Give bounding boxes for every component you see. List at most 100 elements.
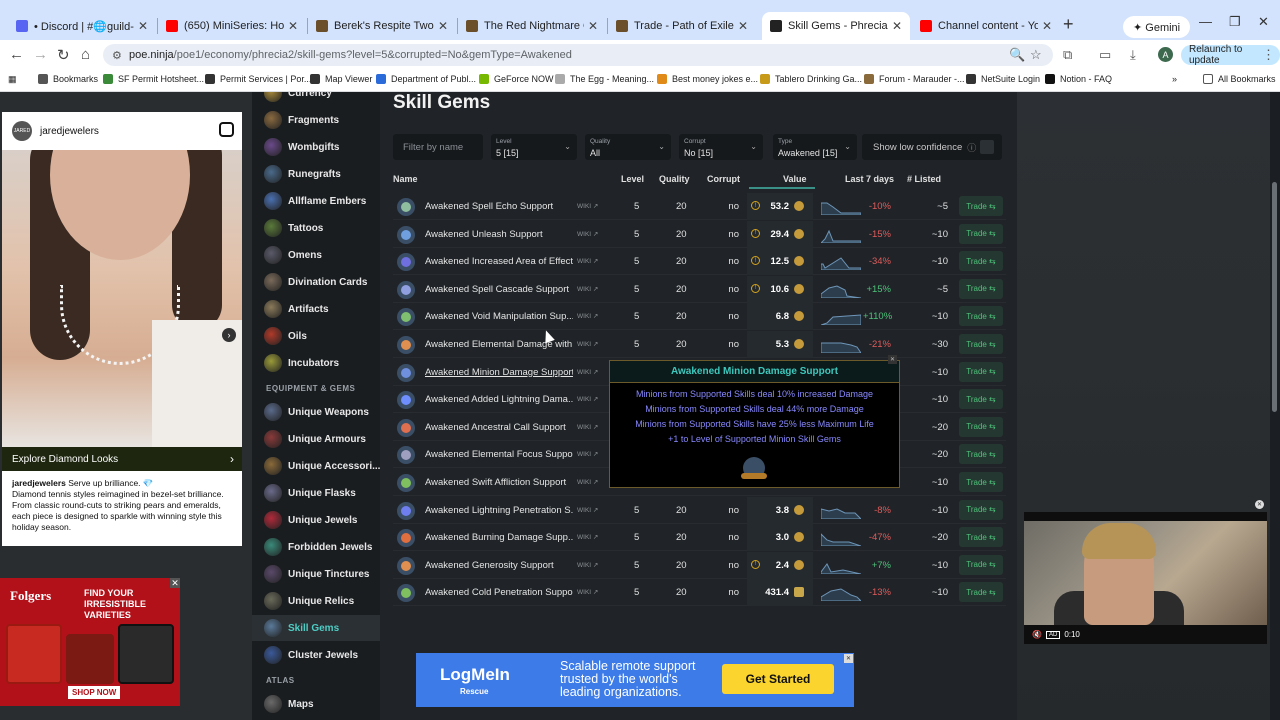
bookmark-star-icon[interactable]: ☆	[1030, 47, 1042, 63]
gem-name[interactable]: Awakened Spell Echo Support	[425, 201, 573, 212]
table-row[interactable]: Awakened Void Manipulation Sup... WIKI ↗ 5…	[393, 303, 1006, 331]
col-value[interactable]: Value	[783, 174, 807, 184]
bookmark-item[interactable]: Tablero Drinking Ga...	[760, 74, 862, 84]
new-tab-button[interactable]: +	[1063, 14, 1074, 35]
sidebar-item[interactable]: Cluster Jewels	[252, 642, 380, 668]
sidebar-item[interactable]: Omens	[252, 242, 380, 268]
tab-close-icon[interactable]: ✕	[438, 19, 448, 33]
gem-name[interactable]: Awakened Added Lightning Dama...	[425, 394, 573, 405]
cast-icon[interactable]: ▭	[1099, 47, 1111, 63]
bookmark-item[interactable]: Best money jokes e...	[657, 74, 758, 84]
table-row[interactable]: Awakened Unleash Support WIKI ↗ 5 20 no! 29.4…	[393, 220, 1006, 248]
jewelry-ad[interactable]: JARED jaredjewelers › Explore Diamond Lo…	[2, 112, 242, 546]
bookmark-item[interactable]: SF Permit Hotsheet...	[103, 74, 204, 84]
sidebar-item[interactable]: Allflame Embers	[252, 188, 380, 214]
bookmark-item[interactable]: GeForce NOW	[479, 74, 554, 84]
table-row[interactable]: Awakened Generosity Support WIKI ↗ 5 20 no! 2…	[393, 551, 1006, 579]
trade-button[interactable]: Trade ⇆	[959, 416, 1003, 437]
more-bookmarks-icon[interactable]: »	[1172, 74, 1177, 84]
browser-tab[interactable]: (650) MiniSeries: How to abu ✕	[158, 12, 306, 40]
scrollbar-thumb[interactable]	[1272, 182, 1277, 412]
browser-tab[interactable]: Channel content - YouTube ✕	[912, 12, 1060, 40]
sidebar-item[interactable]: Maps	[252, 691, 380, 717]
trade-button[interactable]: Trade ⇆	[959, 472, 1003, 492]
wiki-link[interactable]: WIKI ↗	[577, 506, 598, 514]
bookmark-item[interactable]: Bookmarks	[38, 74, 98, 84]
trade-button[interactable]: Trade ⇆	[959, 334, 1003, 354]
wiki-link[interactable]: WIKI ↗	[577, 478, 598, 486]
wiki-link[interactable]: WIKI ↗	[577, 533, 598, 541]
trade-button[interactable]: Trade ⇆	[959, 582, 1003, 603]
table-row[interactable]: Awakened Elemental Damage with... WIKI ↗ 5…	[393, 331, 1006, 358]
low-confidence-checkbox[interactable]	[980, 140, 994, 154]
logmein-ad[interactable]: LogMeIn Rescue Scalable remote support t…	[416, 653, 854, 707]
maximize-icon[interactable]: ❐	[1229, 14, 1241, 30]
col-name[interactable]: Name	[393, 174, 418, 184]
sidebar-item[interactable]: Forbidden Jewels	[252, 534, 380, 560]
sidebar-item[interactable]: Tattoos	[252, 215, 380, 241]
low-confidence-toggle[interactable]: Show low confidence ⓘ	[862, 134, 1002, 160]
apps-icon[interactable]: ▦	[8, 74, 17, 85]
sidebar-item[interactable]: Unique Flasks	[252, 480, 380, 506]
trade-button[interactable]: Trade ⇆	[959, 196, 1003, 216]
get-started-button[interactable]: Get Started	[722, 664, 834, 694]
bookmark-item[interactable]: Forum - Marauder -...	[864, 74, 965, 84]
wiki-link[interactable]: WIKI ↗	[577, 395, 598, 403]
home-icon[interactable]: ⌂	[81, 46, 90, 63]
sidebar-item[interactable]: Divination Cards	[252, 269, 380, 295]
zoom-icon[interactable]: 🔍	[1009, 47, 1025, 63]
sidebar-item[interactable]: Currency	[252, 92, 380, 106]
sidebar-item[interactable]: Runegrafts	[252, 161, 380, 187]
browser-tab[interactable]: • Discord | #🌐guild-only-ch ✕	[8, 12, 156, 40]
all-bookmarks-button[interactable]: All Bookmarks	[1203, 74, 1276, 84]
col-listed[interactable]: # Listed	[907, 174, 941, 184]
tooltip-close-icon[interactable]: ✕	[888, 355, 897, 364]
sidebar-item[interactable]: Unique Accessori...	[252, 453, 380, 479]
quality-select[interactable]: Quality All ⌄	[585, 134, 671, 160]
shop-now-button[interactable]: SHOP NOW	[68, 686, 121, 699]
type-select[interactable]: Type Awakened [15] ⌄	[773, 134, 857, 160]
table-row[interactable]: Awakened Lightning Penetration S... WIKI …	[393, 496, 1006, 524]
page-scrollbar[interactable]	[1270, 92, 1280, 720]
profile-avatar[interactable]: A	[1158, 47, 1173, 62]
trade-button[interactable]: Trade ⇆	[959, 361, 1003, 382]
browser-tab[interactable]: Berek's Respite Two-Stone R ✕	[308, 12, 456, 40]
gem-name[interactable]: Awakened Generosity Support	[425, 560, 573, 571]
minimize-icon[interactable]: —	[1199, 14, 1212, 29]
browser-tab[interactable]: Trade - Path of Exile ✕	[608, 12, 756, 40]
instagram-icon[interactable]	[219, 122, 234, 137]
wiki-link[interactable]: WIKI ↗	[577, 312, 598, 320]
table-row[interactable]: Awakened Spell Echo Support WIKI ↗ 5 20 no! 5…	[393, 193, 1006, 220]
wiki-link[interactable]: WIKI ↗	[577, 230, 598, 238]
gem-name[interactable]: Awakened Void Manipulation Sup...	[425, 311, 573, 322]
trade-button[interactable]: Trade ⇆	[959, 278, 1003, 299]
wiki-link[interactable]: WIKI ↗	[577, 588, 598, 596]
corrupt-select[interactable]: Corrupt No [15] ⌄	[679, 134, 763, 160]
bookmark-item[interactable]: Map Viewer	[310, 74, 372, 84]
tab-close-icon[interactable]: ✕	[892, 19, 902, 33]
table-row[interactable]: Awakened Cold Penetration Support WIKI ↗ 5…	[393, 579, 1006, 607]
level-select[interactable]: Level 5 [15] ⌄	[491, 134, 577, 160]
sidebar-item[interactable]: Unique Tinctures	[252, 561, 380, 587]
video-ad-player[interactable]: 🔇 AD 0:10	[1024, 512, 1267, 644]
table-row[interactable]: Awakened Burning Damage Supp... WIKI ↗ 5 20…	[393, 524, 1006, 552]
gem-name[interactable]: Awakened Cold Penetration Support	[425, 587, 573, 598]
sidebar-item[interactable]: Unique Weapons	[252, 399, 380, 425]
wiki-link[interactable]: WIKI ↗	[577, 257, 598, 265]
trade-button[interactable]: Trade ⇆	[959, 499, 1003, 520]
wiki-link[interactable]: WIKI ↗	[577, 202, 598, 210]
tab-close-icon[interactable]: ✕	[138, 19, 148, 33]
wiki-link[interactable]: WIKI ↗	[577, 561, 598, 569]
sidebar-item[interactable]: Unique Relics	[252, 588, 380, 614]
site-info-icon[interactable]: ⚙	[112, 49, 122, 62]
explore-cta-button[interactable]: Explore Diamond Looks ›	[2, 447, 242, 471]
name-filter-input[interactable]: Filter by name	[393, 134, 483, 160]
reload-icon[interactable]: ↻	[57, 46, 70, 64]
bookmark-item[interactable]: Notion - FAQ	[1045, 74, 1112, 84]
ad-close-icon[interactable]: ✕	[170, 578, 180, 588]
forward-icon[interactable]: →	[33, 46, 48, 63]
sidebar-item[interactable]: Artifacts	[252, 296, 380, 322]
tab-close-icon[interactable]: ✕	[1042, 19, 1052, 33]
gem-name[interactable]: Awakened Lightning Penetration S...	[425, 505, 573, 516]
trade-button[interactable]: Trade ⇆	[959, 306, 1003, 327]
